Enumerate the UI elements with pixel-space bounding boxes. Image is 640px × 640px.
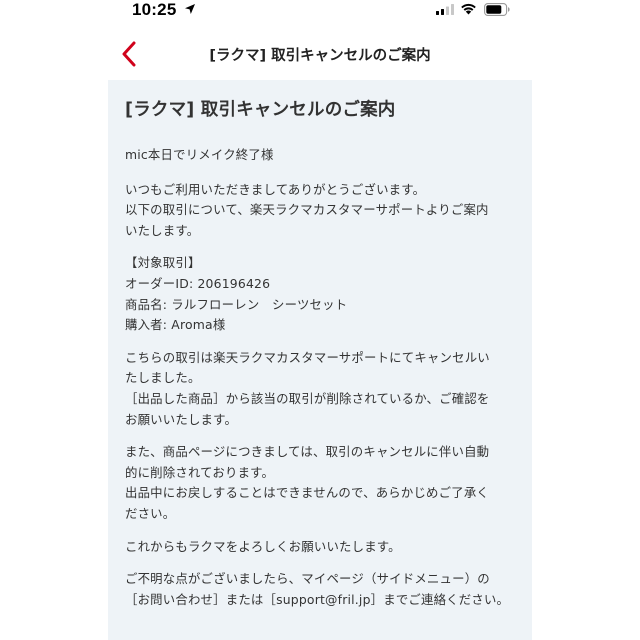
message-contact: ご不明な点がございましたら、マイページ（サイドメニュー）の ［お問い合わせ］また…: [125, 571, 510, 607]
message-closing: これからもラクマをよろしくお願いいたします。: [125, 538, 401, 554]
wifi-icon: [461, 3, 476, 15]
nav-header: [ラクマ] 取引キャンセルのご案内: [80, 22, 560, 80]
message-intro: いつもご利用いただきましてありがとうございます。 以下の取引について、楽天ラクマ…: [125, 181, 489, 238]
message-product-notice: また、商品ページにつきましては、取引のキャンセルに伴い自動 的に削除されておりま…: [125, 444, 490, 521]
message-body: [ラクマ] 取引キャンセルのご案内 mic本日でリメイク終了様 いつもご利用いた…: [108, 80, 532, 640]
message-cancel-notice: こちらの取引は楽天ラクマカスタマーサポートにてキャンセルい たしました。 ［出品…: [125, 349, 490, 427]
cellular-signal-icon: [436, 4, 454, 15]
message-target-transaction: 【対象取引】 オーダーID: 206196426 商品名: ラルフローレン シー…: [125, 255, 348, 333]
location-arrow-icon: [185, 4, 195, 14]
message-title: [ラクマ] 取引キャンセルのご案内: [125, 100, 396, 120]
status-time: 10:25: [132, 0, 177, 19]
screen: 10:25 [ラクマ] 取引キャンセルのご案内 [ラクマ] 取引キャンセルのご案…: [0, 0, 640, 640]
message-greeting: mic本日でリメイク終了様: [125, 147, 274, 162]
nav-title: [ラクマ] 取引キャンセルのご案内: [209, 48, 431, 64]
battery-icon: [484, 3, 510, 16]
status-bar: 10:25: [80, 0, 560, 22]
